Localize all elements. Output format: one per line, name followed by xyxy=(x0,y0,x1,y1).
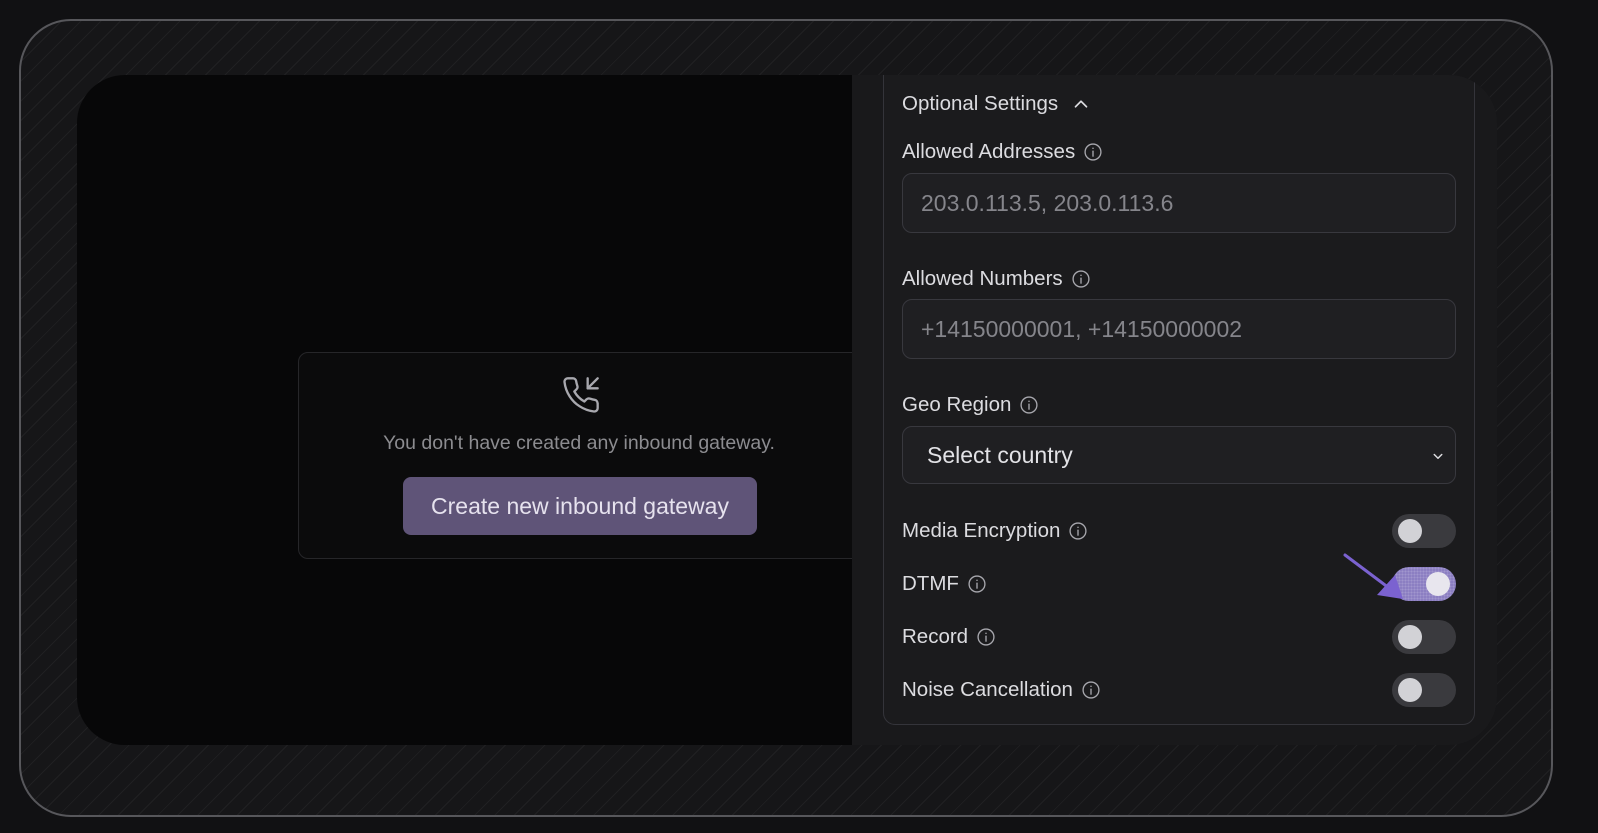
allowed-addresses-label-text: Allowed Addresses xyxy=(902,140,1076,163)
geo-region-selected-value: Select country xyxy=(927,441,1073,468)
allowed-numbers-label-text: Allowed Numbers xyxy=(902,267,1063,290)
noise-cancellation-label-text: Noise Cancellation xyxy=(902,678,1073,701)
allowed-numbers-label: Allowed Numbers xyxy=(902,267,1091,291)
toggle-knob xyxy=(1398,678,1422,702)
info-icon[interactable] xyxy=(1071,269,1091,289)
gateway-list-pane: You don't have created any inbound gatew… xyxy=(77,75,898,745)
record-toggle[interactable] xyxy=(1392,620,1456,654)
chevron-down-icon xyxy=(1433,453,1443,459)
phone-incoming-icon xyxy=(563,377,599,413)
info-icon[interactable] xyxy=(1083,142,1103,162)
noise-cancellation-label: Noise Cancellation xyxy=(902,678,1101,702)
empty-state-message: You don't have created any inbound gatew… xyxy=(383,432,775,454)
media-encryption-label: Media Encryption xyxy=(902,519,1088,543)
info-icon[interactable] xyxy=(1019,395,1039,415)
info-icon[interactable] xyxy=(967,574,987,594)
section-title: Optional Settings xyxy=(902,92,1059,115)
record-label-text: Record xyxy=(902,625,969,648)
allowed-addresses-label: Allowed Addresses xyxy=(902,140,1103,164)
settings-pane: Optional Settings Allowed Addresses Allo… xyxy=(852,75,1497,745)
toggle-knob xyxy=(1398,519,1422,543)
noise-cancellation-toggle[interactable] xyxy=(1392,673,1456,707)
optional-settings-panel: Optional Settings Allowed Addresses Allo… xyxy=(883,75,1475,725)
app-window: You don't have created any inbound gatew… xyxy=(77,75,1497,745)
annotation-arrow-icon xyxy=(1343,553,1403,599)
toggle-knob xyxy=(1426,572,1450,596)
chevron-up-icon xyxy=(1074,100,1088,108)
geo-region-select[interactable]: Select country xyxy=(902,426,1456,484)
dtmf-label-text: DTMF xyxy=(902,572,959,595)
geo-region-label-text: Geo Region xyxy=(902,393,1012,416)
empty-state-card: You don't have created any inbound gatew… xyxy=(298,352,898,559)
allowed-numbers-input[interactable] xyxy=(902,299,1456,359)
media-encryption-label-text: Media Encryption xyxy=(902,519,1061,542)
screenshot-frame: You don't have created any inbound gatew… xyxy=(19,19,1553,817)
info-icon[interactable] xyxy=(976,627,996,647)
optional-settings-toggle[interactable]: Optional Settings xyxy=(902,92,1092,116)
geo-region-label: Geo Region xyxy=(902,393,1039,417)
info-icon[interactable] xyxy=(1068,521,1088,541)
record-label: Record xyxy=(902,625,996,649)
create-inbound-gateway-button[interactable]: Create new inbound gateway xyxy=(403,477,757,535)
toggle-knob xyxy=(1398,625,1422,649)
dtmf-label: DTMF xyxy=(902,572,987,596)
allowed-addresses-input[interactable] xyxy=(902,173,1456,233)
info-icon[interactable] xyxy=(1081,680,1101,700)
media-encryption-toggle[interactable] xyxy=(1392,514,1456,548)
